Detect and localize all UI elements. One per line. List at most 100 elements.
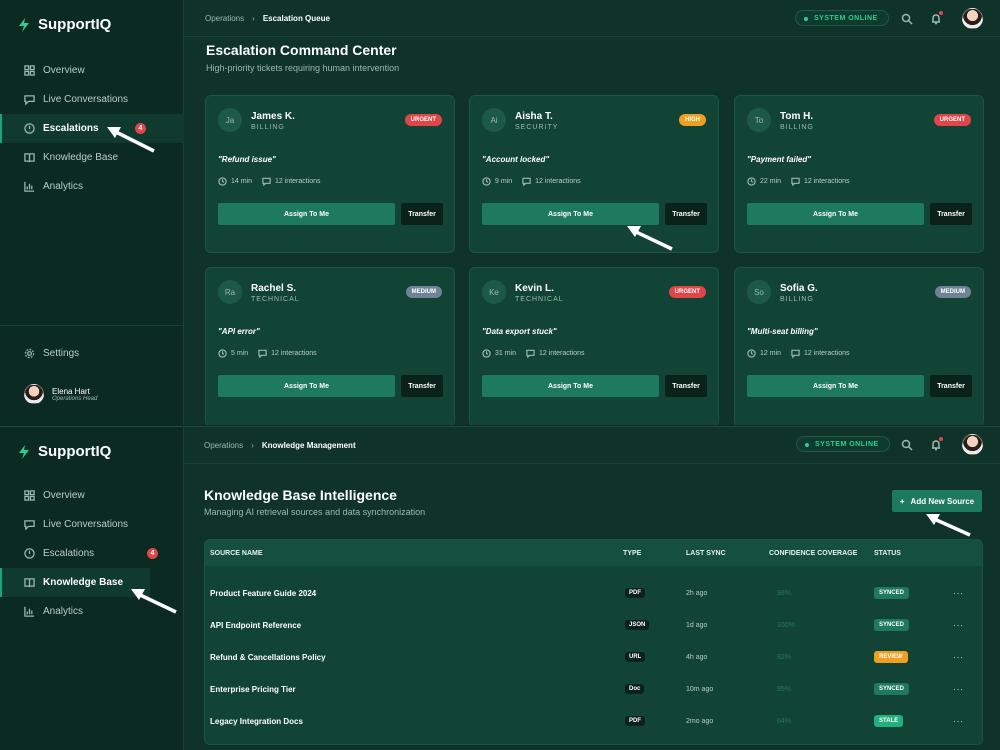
sidebar-item-analytics[interactable]: Analytics <box>0 172 184 201</box>
notifications-button[interactable] <box>930 437 943 451</box>
bar-chart-icon <box>24 181 35 192</box>
ticket-meta: 12 min 12 interactions <box>747 349 850 358</box>
column-header-status[interactable]: STATUS <box>874 540 901 566</box>
breadcrumb-current: Escalation Queue <box>262 14 330 23</box>
table-row[interactable]: Refund & Cancellations Policy URL 4h ago 82… <box>205 641 982 673</box>
message-icon <box>791 349 800 358</box>
table-row[interactable]: Legacy Integration Docs PDF 2mo ago 64% STAL… <box>205 705 982 737</box>
ticket-card[interactable]: To Tom H. BILLING URGENT "Payment failed" 22 … <box>734 95 984 253</box>
source-type-cell: URL <box>625 641 646 673</box>
sidebar-item-overview[interactable]: Overview <box>0 56 184 85</box>
ticket-card[interactable]: Ja James K. BILLING URGENT "Refund issue" 14 … <box>205 95 455 253</box>
customer-department: TECHNICAL <box>251 296 300 303</box>
breadcrumb-parent[interactable]: Operations <box>205 14 244 23</box>
sidebar-item-overview[interactable]: Overview <box>0 481 184 510</box>
customer-department: BILLING <box>251 124 285 131</box>
source-name: Legacy Integration Docs <box>210 716 303 726</box>
ticket-card[interactable]: Ai Aisha T. SECURITY HIGH "Account locked" 9 … <box>469 95 719 253</box>
ticket-issue: "Refund issue" <box>218 155 276 164</box>
settings-link[interactable]: Settings <box>24 348 79 359</box>
clock-icon <box>218 349 227 358</box>
customer-name: Tom H. <box>780 111 814 122</box>
row-menu-button[interactable]: ··· <box>953 609 964 641</box>
table-row[interactable]: Product Feature Guide 2024 PDF 2h ago 98% SY… <box>205 577 982 609</box>
column-header-confidence-coverage[interactable]: CONFIDENCE COVERAGE <box>769 540 857 566</box>
add-new-source-label: Add New Source <box>910 496 975 506</box>
ticket-card[interactable]: So Sofia G. BILLING MEDIUM "Multi-seat billi… <box>734 267 984 425</box>
table-header <box>205 540 982 566</box>
sidebar-item-label: Overview <box>43 490 85 501</box>
interaction-count-value: 12 interactions <box>804 350 850 357</box>
message-icon <box>522 177 531 186</box>
status-cell: SYNCED <box>874 673 910 705</box>
avatar[interactable] <box>962 8 983 29</box>
search-button[interactable] <box>901 438 913 451</box>
assign-to-me-button[interactable]: Assign To Me <box>218 375 395 397</box>
wait-time-value: 31 min <box>495 350 517 357</box>
row-menu-button[interactable]: ··· <box>953 641 964 673</box>
ticket-issue: "Account locked" <box>482 155 550 164</box>
priority-badge: URGENT <box>404 114 442 126</box>
transfer-button[interactable]: Transfer <box>665 375 707 397</box>
sidebar-item-escalations[interactable]: Escalations 4 <box>0 539 184 568</box>
transfer-button[interactable]: Transfer <box>401 203 443 225</box>
sidebar: SupportIQ Overview Live Conversations Es… <box>0 0 184 425</box>
ticket-issue: "Payment failed" <box>747 155 812 164</box>
table-row[interactable]: API Endpoint Reference JSON 1d ago 100% SYNC… <box>205 609 982 641</box>
interaction-count-value: 12 interactions <box>804 178 850 185</box>
app-logo[interactable]: SupportIQ <box>16 443 111 460</box>
system-status-badge: SYSTEM ONLINE <box>796 436 890 452</box>
notifications-button[interactable] <box>930 11 943 25</box>
escalation-screen: SupportIQ Overview Live Conversations Es… <box>0 0 1000 425</box>
column-header-type[interactable]: TYPE <box>623 540 641 566</box>
add-new-source-button[interactable]: + Add New Source <box>892 490 982 512</box>
wait-time-value: 9 min <box>495 178 513 185</box>
source-type-cell: Doc <box>625 673 645 705</box>
ticket-card[interactable]: Ke Kevin L. TECHNICAL URGENT "Data export st… <box>469 267 719 425</box>
clock-icon <box>747 349 756 358</box>
wait-time-value: 22 min <box>760 178 782 185</box>
customer-department: BILLING <box>780 124 814 131</box>
ticket-card[interactable]: Ra Rachel S. TECHNICAL MEDIUM "API error" 5 m… <box>205 267 455 425</box>
assign-to-me-button[interactable]: Assign To Me <box>747 375 924 397</box>
column-header-source-name[interactable]: SOURCE NAME <box>210 540 263 566</box>
row-menu-button[interactable]: ··· <box>953 705 964 737</box>
bar-chart-icon <box>24 606 35 617</box>
search-button[interactable] <box>901 12 913 25</box>
page-subtitle: High-priority tickets requiring human in… <box>206 63 400 73</box>
sidebar-item-label: Live Conversations <box>43 519 129 530</box>
clock-icon <box>482 177 491 186</box>
assign-to-me-button[interactable]: Assign To Me <box>482 375 659 397</box>
user-name: Elena Hart <box>52 386 90 396</box>
status-badge: STALE <box>874 715 904 727</box>
breadcrumb-parent[interactable]: Operations <box>204 441 243 450</box>
interaction-count-value: 12 interactions <box>539 350 585 357</box>
interaction-count: 12 interactions <box>526 349 585 358</box>
sidebar-item-live-conversations[interactable]: Live Conversations <box>0 510 184 539</box>
assign-to-me-button[interactable]: Assign To Me <box>747 203 924 225</box>
row-menu-button[interactable]: ··· <box>953 673 964 705</box>
transfer-button[interactable]: Transfer <box>930 203 972 225</box>
source-type-badge: PDF <box>625 588 645 598</box>
priority-badge: MEDIUM <box>405 286 442 298</box>
transfer-button[interactable]: Transfer <box>401 375 443 397</box>
grid-icon <box>24 490 35 501</box>
table-row[interactable]: Enterprise Pricing Tier Doc 10m ago 95% SYNC… <box>205 673 982 705</box>
customer-department: SECURITY <box>515 124 559 131</box>
app-logo[interactable]: SupportIQ <box>16 16 111 33</box>
row-menu-button[interactable]: ··· <box>953 577 964 609</box>
ticket-meta: 14 min 12 interactions <box>218 177 321 186</box>
status-badge: REVIEW <box>874 651 908 663</box>
column-header-last-sync[interactable]: LAST SYNC <box>686 540 726 566</box>
avatar[interactable] <box>962 434 983 455</box>
sidebar-item-live-conversations[interactable]: Live Conversations <box>0 85 184 114</box>
user-profile[interactable]: Elena Hart Operations Head <box>24 384 97 404</box>
transfer-button[interactable]: Transfer <box>930 375 972 397</box>
assign-to-me-button[interactable]: Assign To Me <box>218 203 395 225</box>
interaction-count: 12 interactions <box>791 177 850 186</box>
wait-time: 31 min <box>482 349 516 358</box>
customer-initials-avatar: So <box>747 280 771 304</box>
book-icon <box>24 578 35 588</box>
wait-time: 14 min <box>218 177 252 186</box>
source-name: Product Feature Guide 2024 <box>210 588 317 598</box>
